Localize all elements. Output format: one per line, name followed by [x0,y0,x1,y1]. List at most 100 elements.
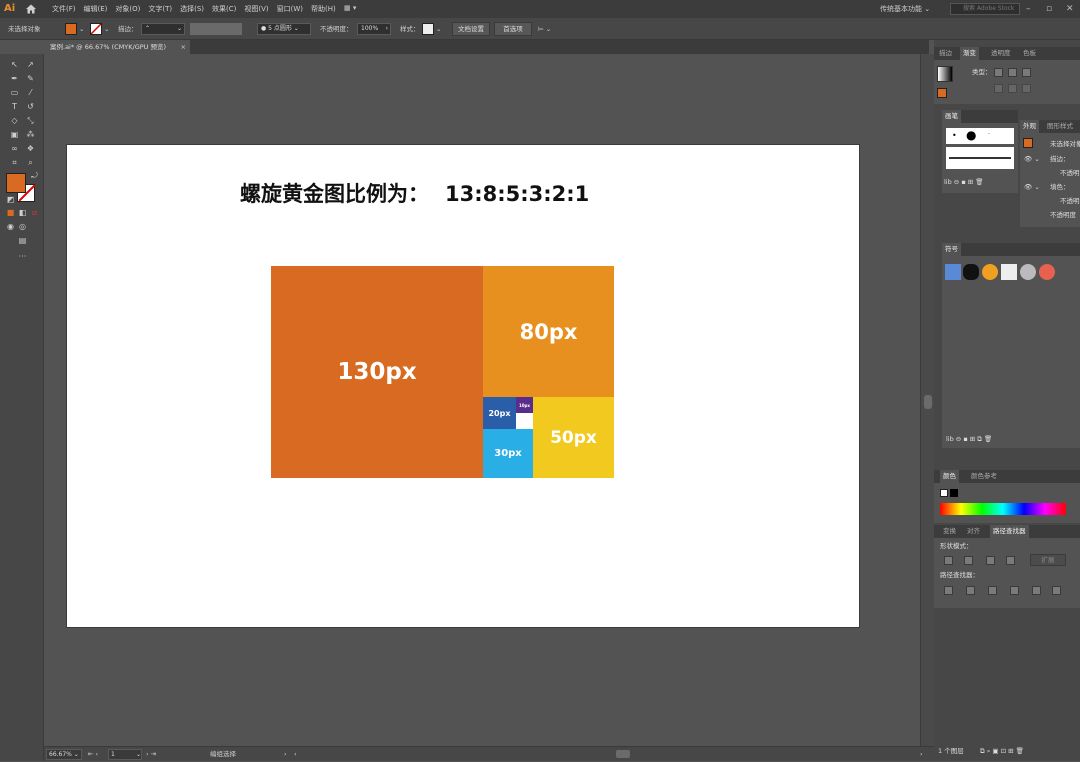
block-80px[interactable]: 80px [483,266,614,397]
scroll-left-icon[interactable]: ‹ [294,747,297,762]
maximize-icon[interactable]: ▫ [1046,0,1052,18]
menu-view[interactable]: 视图(V) [244,0,268,18]
tab-transparency[interactable]: 透明度 [988,47,1014,60]
appearance-stroke-opacity[interactable]: 不透明 [1060,168,1080,178]
block-130px[interactable]: 130px [271,266,483,478]
gradient-tool-icon[interactable]: ▣ [8,129,21,140]
close-icon[interactable]: ✕ [1066,0,1074,18]
stroke-gradient-icon[interactable] [994,84,1003,93]
fill-swatch[interactable] [65,23,77,35]
tab-color-guide[interactable]: 颜色参考 [968,470,1000,483]
status-menu-icon[interactable]: › [284,747,287,762]
symbol-item[interactable] [945,264,961,280]
tab-pathfinder[interactable]: 路径查找器 [990,525,1029,538]
rotate-tool-icon[interactable]: ↺ [24,101,37,112]
brush-dot-small-icon[interactable]: • [952,131,957,140]
unite-icon[interactable] [944,556,953,565]
document-tab[interactable]: 案例.ai* @ 66.67% (CMYK/GPU 预览) × [44,40,190,54]
curvature-tool-icon[interactable]: ✎ [24,73,37,84]
next-artboard-icon[interactable]: › ⇥ [146,747,156,762]
menu-effect[interactable]: 效果(C) [212,0,236,18]
rectangle-tool-icon[interactable]: ▭ [8,87,21,98]
arrange-icon[interactable]: ⊨ ⌄ [538,18,551,40]
black-color-icon[interactable] [950,489,958,497]
tab-transform[interactable]: 变换 [940,525,959,538]
minus-front-icon[interactable] [964,556,973,565]
tab-gradient[interactable]: 渐变 [960,47,979,60]
tab-swatches[interactable]: 色板 [1020,47,1039,60]
graphic-style-swatch[interactable] [422,23,434,35]
stroke-weight-field[interactable]: ⌃ ⌄ [141,23,185,35]
exclude-icon[interactable] [1006,556,1015,565]
screen-mode-icon[interactable]: ▤ [16,235,29,246]
scrollbar-thumb[interactable] [924,395,932,409]
none-mode-icon[interactable]: ⧄ [28,207,41,218]
stroke-dropdown-icon[interactable]: ⌄ [104,18,109,40]
variable-width-profile[interactable] [190,23,242,35]
block-50px[interactable]: 50px [533,397,614,478]
expand-button[interactable]: 扩展 [1030,554,1066,566]
symbol-item[interactable] [982,264,998,280]
outline-icon[interactable] [1032,586,1041,595]
none-color-icon[interactable] [940,489,948,497]
stroke-gradient-icon-3[interactable] [1022,84,1031,93]
minus-back-icon[interactable] [1052,586,1061,595]
style-dropdown-icon[interactable]: ⌄ [436,18,441,40]
tab-brushes[interactable]: 画笔 [942,110,961,123]
direct-selection-tool-icon[interactable]: ↗ [24,59,37,70]
stroke-gradient-icon-2[interactable] [1008,84,1017,93]
appearance-fill-opacity[interactable]: 不透明 [1060,196,1080,206]
block-10px[interactable]: 10px [516,397,533,413]
radial-gradient-icon[interactable] [1008,68,1017,77]
prev-artboard-icon[interactable]: ⇤ ‹ [88,747,98,762]
symbol-item[interactable] [1001,264,1017,280]
close-tab-icon[interactable]: × [181,40,186,54]
default-colors-icon[interactable]: ◩ [4,194,17,205]
zoom-tool-icon[interactable]: ⌕ [24,157,37,168]
symbol-item[interactable] [1020,264,1036,280]
swap-colors-icon[interactable]: ⤾ [28,170,41,181]
menu-type[interactable]: 文字(T) [148,0,172,18]
scale-tool-icon[interactable]: ⤡ [24,115,37,126]
brush-definition-field[interactable]: ● 5 点圆形 ⌄ [257,23,311,35]
layers-actions-icon[interactable]: ⧉ ⌕ ▣ ⊡ ⊞ 🗑 [980,746,1024,756]
artboard-headline[interactable]: 螺旋黄金图比例为： 13:8:5:3:2:1 [240,178,700,208]
canvas-area[interactable]: 螺旋黄金图比例为： 13:8:5:3:2:1 130px 80px 50px 30… [44,54,920,746]
menu-help[interactable]: 帮助(H) [311,0,336,18]
symbol-item[interactable] [1039,264,1055,280]
appearance-opacity[interactable]: 不透明度 [1050,210,1076,220]
menu-file[interactable]: 文件(F) [52,0,76,18]
arrange-documents-icon[interactable]: ▦ ▾ [344,4,364,14]
menu-select[interactable]: 选择(S) [180,0,204,18]
gradient-thumbnail[interactable] [937,66,953,82]
menu-edit[interactable]: 编辑(E) [84,0,108,18]
scroll-right-icon[interactable]: › [920,747,923,762]
eyedropper-tool-icon[interactable]: ⁂ [24,129,37,140]
brush-dot-tiny-icon[interactable]: · [988,131,990,138]
document-setup-button[interactable]: 文档设置 [452,22,490,36]
minimize-icon[interactable]: – [1026,0,1031,18]
type-tool-icon[interactable]: T [8,101,21,112]
menu-window[interactable]: 窗口(W) [277,0,303,18]
preferences-button[interactable]: 首选项 [494,22,532,36]
block-30px[interactable]: 30px [483,429,533,478]
fill-color-box[interactable] [6,173,26,193]
menu-object[interactable]: 对象(O) [115,0,140,18]
artboard-number-field[interactable]: 1 ⌄ [108,749,142,760]
fill-dropdown-icon[interactable]: ⌄ [79,18,84,40]
zoom-field[interactable]: 66.67% ⌄ [46,749,82,760]
crop-icon[interactable] [1010,586,1019,595]
freeform-gradient-icon[interactable] [1022,68,1031,77]
paintbrush-tool-icon[interactable]: ⁄ [24,87,37,98]
appearance-fill[interactable]: 填色： [1050,182,1070,192]
artboard[interactable]: 螺旋黄金图比例为： 13:8:5:3:2:1 130px 80px 50px 30… [66,144,860,628]
tab-align[interactable]: 对齐 [964,525,983,538]
tab-color[interactable]: 颜色 [940,470,959,483]
canvas-vertical-scrollbar[interactable] [920,54,934,746]
draw-behind-icon[interactable]: ◎ [16,221,29,232]
brush-definitions[interactable]: • ● · [946,128,1014,144]
color-spectrum[interactable] [940,503,1066,515]
block-20px[interactable]: 20px [483,397,516,429]
intersect-icon[interactable] [986,556,995,565]
blend-tool-icon[interactable]: ∞ [8,143,21,154]
